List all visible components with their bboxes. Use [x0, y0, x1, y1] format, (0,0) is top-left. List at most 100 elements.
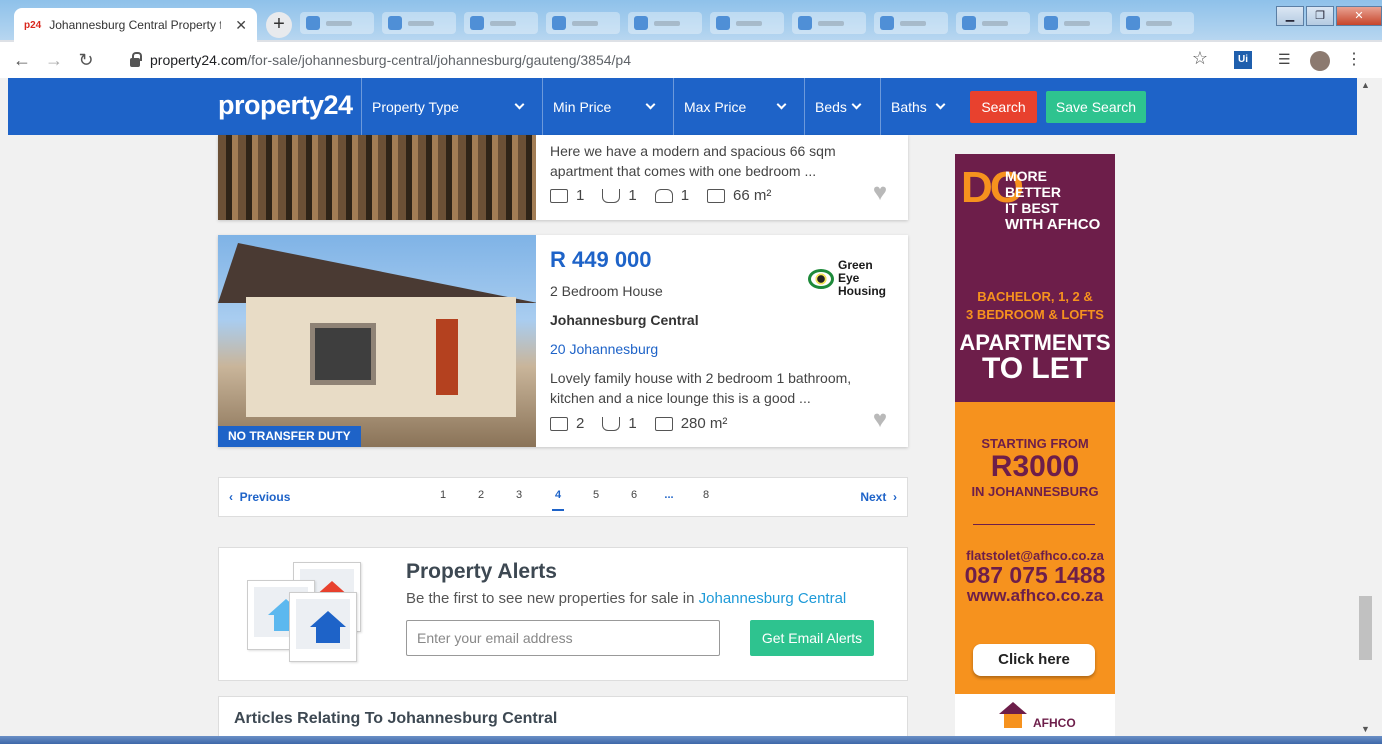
browser-tab-background[interactable] — [464, 12, 538, 34]
browser-tab-active[interactable]: p24 Johannesburg Central Property f ✕ — [14, 8, 257, 42]
filter-baths[interactable]: Baths — [880, 78, 954, 135]
scroll-down-arrow-icon[interactable]: ▼ — [1361, 724, 1370, 734]
tab-title-blurred — [408, 20, 434, 26]
page-link[interactable]: 5 — [590, 489, 602, 501]
bed-icon — [550, 416, 568, 431]
browser-tab-background[interactable] — [792, 12, 866, 34]
chevron-down-icon — [514, 99, 525, 110]
scrollbar-thumb[interactable] — [1359, 596, 1372, 660]
articles-panel: Articles Relating To Johannesburg Centra… — [218, 696, 908, 736]
window-controls: ▁ ❐ ✕ — [1274, 6, 1382, 26]
browser-tab-background[interactable] — [382, 12, 456, 34]
house-icon — [310, 611, 346, 643]
reload-icon[interactable]: ↻ — [76, 50, 96, 71]
scroll-up-arrow-icon[interactable]: ▲ — [1361, 80, 1370, 90]
window-close-icon[interactable]: ✕ — [1336, 6, 1382, 26]
minimize-icon[interactable]: ▁ — [1276, 6, 1304, 26]
filter-beds[interactable]: Beds — [804, 78, 870, 135]
forward-arrow-icon[interactable]: → — [44, 50, 64, 71]
favourite-heart-icon[interactable]: ♥ — [866, 408, 894, 432]
page-link[interactable]: 6 — [628, 489, 640, 501]
agency-logo[interactable]: Green Eye Housing — [808, 259, 894, 298]
browser-tab-background[interactable] — [628, 12, 702, 34]
page-scrollbar[interactable]: ▲ ▼ — [1357, 78, 1374, 736]
browser-tab-background[interactable] — [300, 12, 374, 34]
browser-tab-background[interactable] — [956, 12, 1030, 34]
tab-title-blurred — [982, 20, 1008, 26]
favourite-heart-icon[interactable]: ♥ — [866, 181, 894, 205]
filter-label: Max Price — [684, 98, 747, 115]
back-arrow-icon[interactable]: ← — [12, 50, 32, 71]
filter-min-price[interactable]: Min Price — [542, 78, 664, 135]
page-link[interactable]: 1 — [437, 489, 449, 501]
feature-beds: 2 — [550, 415, 584, 432]
url-path: /for-sale/johannesburg-central/johannesb… — [247, 52, 632, 68]
ad-brand-section: AFHCO — [955, 694, 1115, 736]
filter-max-price[interactable]: Max Price — [673, 78, 795, 135]
ad-divider — [973, 524, 1095, 525]
ad-brand: AFHCO — [1033, 716, 1076, 730]
profile-avatar[interactable] — [1310, 51, 1330, 71]
address-url[interactable]: property24.com/for-sale/johannesburg-cen… — [150, 52, 631, 68]
tab-title-blurred — [1146, 20, 1172, 26]
listing-description: Here we have a modern and spacious 66 sq… — [550, 141, 870, 181]
ad-slogan-line: BETTER — [1005, 184, 1061, 200]
page-link-current[interactable]: 4 — [552, 489, 564, 511]
previous-page-link[interactable]: ‹ Previous — [229, 490, 290, 504]
page-link[interactable]: 3 — [513, 489, 525, 501]
afhco-ad-banner[interactable]: DO MORE BETTER IT BEST WITH AFHCO BACHEL… — [955, 154, 1115, 736]
filter-label: Baths — [891, 98, 927, 115]
restore-icon[interactable]: ❐ — [1306, 6, 1334, 26]
address-bar[interactable]: property24.com/for-sale/johannesburg-cen… — [116, 47, 1220, 73]
page-ellipsis[interactable]: ... — [663, 489, 675, 501]
property24-logo[interactable]: property24 — [218, 90, 353, 121]
page-link[interactable]: 2 — [475, 489, 487, 501]
feature-beds: 1 — [550, 187, 584, 204]
kebab-menu-icon[interactable]: ⋮ — [1346, 49, 1362, 69]
browser-tab-background[interactable] — [1038, 12, 1112, 34]
page-link[interactable]: 8 — [700, 489, 712, 501]
search-button[interactable]: Search — [970, 91, 1037, 123]
listing-card[interactable]: NO TRANSFER DUTY R 449 000 Green Eye Hou… — [218, 235, 908, 447]
alerts-illustration — [247, 562, 365, 662]
bookmark-star-icon[interactable]: ☆ — [1192, 48, 1208, 69]
ad-slogan: MORE BETTER IT BEST — [1005, 168, 1061, 216]
listing-photo[interactable] — [218, 135, 536, 220]
bath-icon — [602, 416, 621, 431]
ad-slogan-line: WITH AFHCO — [1005, 216, 1101, 233]
email-field[interactable] — [406, 620, 720, 656]
listing-price[interactable]: R 449 000 — [550, 247, 652, 273]
browser-tab-background[interactable] — [546, 12, 620, 34]
tab-title: Johannesburg Central Property f — [49, 18, 222, 32]
ad-location: IN JOHANNESBURG — [971, 484, 1099, 499]
reading-list-icon[interactable]: ☰ — [1278, 51, 1291, 68]
tab-close-icon[interactable]: ✕ — [235, 17, 247, 34]
browser-tab-background[interactable] — [710, 12, 784, 34]
next-page-link[interactable]: Next › — [860, 490, 897, 504]
alerts-subtitle: Be the first to see new properties for s… — [406, 590, 846, 607]
car-icon — [654, 188, 673, 203]
tab-title-blurred — [900, 20, 926, 26]
listing-address[interactable]: 20 Johannesburg — [550, 341, 658, 357]
save-search-button[interactable]: Save Search — [1046, 91, 1146, 123]
site-favicon-icon: p24 — [24, 19, 42, 31]
ad-unit-types: BACHELOR, 1, 2 & 3 BEDROOM & LOFTS — [955, 288, 1115, 324]
agency-name-line: Housing — [838, 284, 886, 298]
uipath-extension-icon[interactable]: Ui — [1234, 51, 1252, 69]
ad-price: R3000 — [990, 450, 1080, 483]
ad-click-here-button[interactable]: Click here — [973, 644, 1095, 676]
pagination: ‹ Previous 1 2 3 4 5 6 ... 8 Next › — [218, 477, 908, 517]
listing-suburb: Johannesburg Central — [550, 312, 699, 328]
browser-tab-background[interactable] — [874, 12, 948, 34]
listing-card[interactable]: Here we have a modern and spacious 66 sq… — [218, 135, 908, 220]
new-tab-button[interactable]: + — [266, 12, 292, 38]
tab-title-blurred — [654, 20, 680, 26]
agency-name-line: Green Eye — [838, 258, 873, 285]
get-email-alerts-button[interactable]: Get Email Alerts — [750, 620, 874, 656]
listing-photo[interactable]: NO TRANSFER DUTY — [218, 235, 536, 447]
filter-property-type[interactable]: Property Type — [361, 78, 533, 135]
browser-tab-background[interactable] — [1120, 12, 1194, 34]
floor-size-icon — [707, 188, 726, 203]
lock-icon[interactable] — [130, 51, 142, 67]
alerts-area-link[interactable]: Johannesburg Central — [699, 590, 847, 607]
